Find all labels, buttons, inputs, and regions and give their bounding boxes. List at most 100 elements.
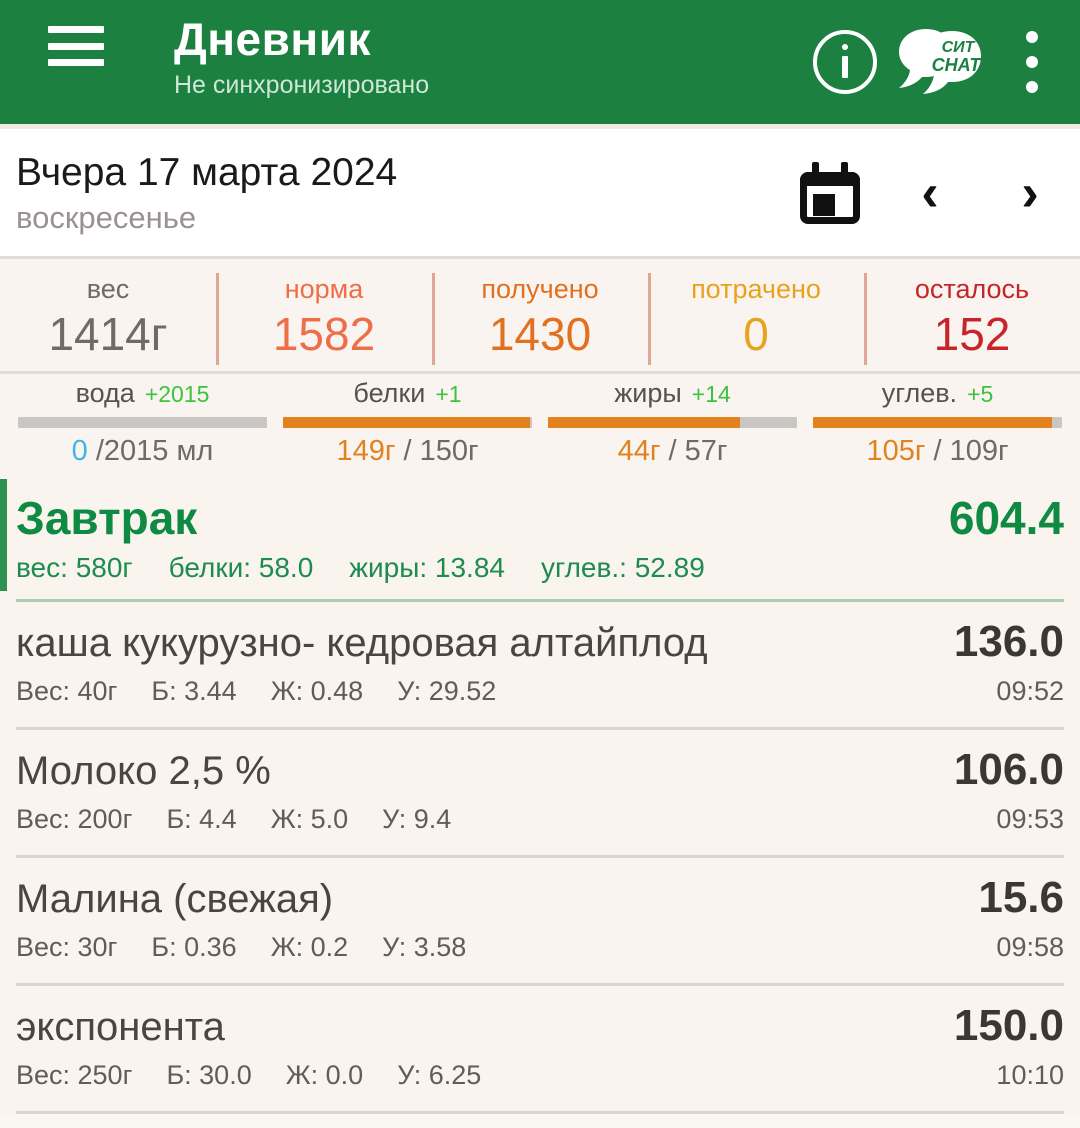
chat-logo-button[interactable]: СИТ CHAT [892, 0, 986, 124]
summary-cell-received[interactable]: получено 1430 [432, 267, 648, 367]
page-title: Дневник [174, 13, 372, 65]
macro-progress-bar [283, 417, 532, 428]
food-macros: Вес: 30г Б: 0.36 Ж: 0.2 У: 3.58 [16, 929, 466, 965]
food-time: 10:10 [996, 1060, 1064, 1090]
macro-carbs[interactable]: углев. +5 105г / 109г [805, 374, 1070, 471]
food-time: 09:53 [996, 804, 1064, 834]
food-protein: Б: 0.36 [151, 932, 237, 962]
sync-status: Не синхронизировано [174, 71, 430, 99]
meal-accent-bar [0, 479, 7, 591]
food-calories: 106.0 [953, 745, 1064, 794]
meal-section-breakfast: Завтрак 604.4 вес: 580г белки: 58.0 жиры… [0, 479, 1080, 1114]
summary-cell-remaining[interactable]: осталось 152 [864, 267, 1080, 367]
food-fat: Ж: 0.0 [285, 1060, 364, 1090]
prev-day-button[interactable]: ‹ [900, 163, 960, 223]
summary-cell-weight[interactable]: вес 1414г [0, 267, 216, 367]
macro-values: 44г / 57г [548, 431, 797, 471]
calendar-header-bar [800, 171, 860, 186]
macro-label: белки [353, 378, 426, 408]
food-weight: Вес: 200г [16, 804, 133, 834]
macro-delta: +2015 [144, 381, 210, 407]
next-day-button[interactable]: › [1000, 163, 1060, 223]
hamburger-menu-icon[interactable] [48, 26, 104, 66]
food-detail-row: Вес: 200г Б: 4.4 Ж: 5.0 У: 9.4 09:53 [16, 797, 1064, 837]
food-name: экспонента [16, 1005, 225, 1049]
food-protein: Б: 3.44 [151, 676, 237, 706]
macro-target: / 57г [668, 435, 728, 467]
macro-current: 105г [866, 435, 926, 467]
meal-header[interactable]: Завтрак 604.4 вес: 580г белки: 58.0 жиры… [0, 479, 1080, 593]
macro-fat[interactable]: жиры +14 44г / 57г [540, 374, 805, 471]
food-protein: Б: 30.0 [166, 1060, 252, 1090]
meal-name: Завтрак [16, 492, 198, 544]
meal-weight: вес: 580г [16, 552, 133, 583]
summary-stats-row: вес 1414г норма 1582 получено 1430 потра… [0, 267, 1080, 367]
app-bar: Дневник Не синхронизировано СИТ CHAT [0, 0, 1080, 124]
macro-delta: +14 [691, 381, 731, 407]
summary-label: осталось [914, 274, 1030, 304]
summary-label: получено [481, 274, 599, 304]
meal-protein: белки: 58.0 [168, 552, 314, 583]
macro-protein[interactable]: белки +1 149г / 150г [275, 374, 540, 471]
food-carbs: У: 3.58 [382, 932, 467, 962]
macro-header: белки +1 [283, 374, 532, 413]
macro-progress-bar [813, 417, 1062, 428]
food-divider [16, 1111, 1064, 1114]
hamburger-bar [48, 59, 104, 66]
meal-title-row: Завтрак 604.4 [16, 489, 1064, 547]
app-bar-actions: СИТ CHAT [798, 0, 1080, 124]
macro-delta: +1 [435, 381, 462, 407]
macro-water[interactable]: вода +2015 0 /2015 мл [10, 374, 275, 471]
food-protein: Б: 4.4 [166, 804, 237, 834]
macro-label: вода [75, 378, 135, 408]
food-name: Молоко 2,5 % [16, 749, 271, 793]
macro-label: жиры [614, 378, 682, 408]
overflow-menu-button[interactable] [986, 0, 1080, 124]
macro-current: 0 [71, 435, 88, 467]
food-carbs: У: 29.52 [397, 676, 497, 706]
food-weight: Вес: 40г [16, 676, 118, 706]
food-calories: 150.0 [953, 1001, 1064, 1050]
food-title-row: Молоко 2,5 % 106.0 [16, 744, 1064, 797]
chat-bubbles-icon: СИТ CHAT [899, 29, 982, 94]
kebab-dot [1026, 31, 1038, 43]
food-macros: Вес: 250г Б: 30.0 Ж: 0.0 У: 6.25 [16, 1057, 481, 1093]
meal-carbs: углев.: 52.89 [540, 552, 705, 583]
macro-current: 149г [336, 435, 396, 467]
food-calories: 15.6 [978, 873, 1064, 922]
macro-progress-fill [548, 417, 740, 428]
food-macros: Вес: 200г Б: 4.4 Ж: 5.0 У: 9.4 [16, 801, 451, 837]
food-weight: Вес: 30г [16, 932, 118, 962]
macro-target: / 109г [933, 435, 1009, 467]
summary-value: 0 [743, 308, 769, 360]
summary-cell-norm[interactable]: норма 1582 [216, 267, 432, 367]
food-time: 09:58 [996, 932, 1064, 962]
macro-values: 105г / 109г [813, 431, 1062, 471]
macro-delta: +5 [967, 381, 994, 407]
current-weekday: воскресенье [16, 199, 197, 235]
info-icon [813, 30, 877, 94]
food-carbs: У: 6.25 [397, 1060, 482, 1090]
food-fat: Ж: 0.2 [270, 932, 349, 962]
food-item-row[interactable]: Молоко 2,5 % 106.0 Вес: 200г Б: 4.4 Ж: 5… [0, 730, 1080, 847]
macro-label: углев. [881, 378, 958, 408]
summary-cell-spent[interactable]: потрачено 0 [648, 267, 864, 367]
summary-label: вес [86, 274, 130, 304]
date-text-block[interactable]: Вчера 17 марта 2024 воскресенье [16, 148, 397, 238]
macro-target: / 150г [403, 435, 479, 467]
food-item-row[interactable]: Малина (свежая) 15.6 Вес: 30г Б: 0.36 Ж:… [0, 858, 1080, 975]
macro-progress-bar [18, 417, 267, 428]
food-item-row[interactable]: экспонента 150.0 Вес: 250г Б: 30.0 Ж: 0.… [0, 986, 1080, 1103]
app-title-block: Дневник Не синхронизировано [174, 10, 429, 101]
daily-summary: вес 1414г норма 1582 получено 1430 потра… [0, 256, 1080, 479]
food-fat: Ж: 0.48 [270, 676, 364, 706]
macro-header: углев. +5 [813, 374, 1062, 413]
macro-progress-fill [283, 417, 530, 428]
food-detail-row: Вес: 30г Б: 0.36 Ж: 0.2 У: 3.58 09:58 [16, 925, 1064, 965]
info-button[interactable] [798, 0, 892, 124]
kebab-dot [1026, 81, 1038, 93]
food-item-row[interactable]: каша кукурузно- кедровая алтайплод 136.0… [0, 602, 1080, 719]
food-calories: 136.0 [953, 617, 1064, 666]
calendar-icon[interactable] [800, 161, 860, 224]
food-weight: Вес: 250г [16, 1060, 133, 1090]
